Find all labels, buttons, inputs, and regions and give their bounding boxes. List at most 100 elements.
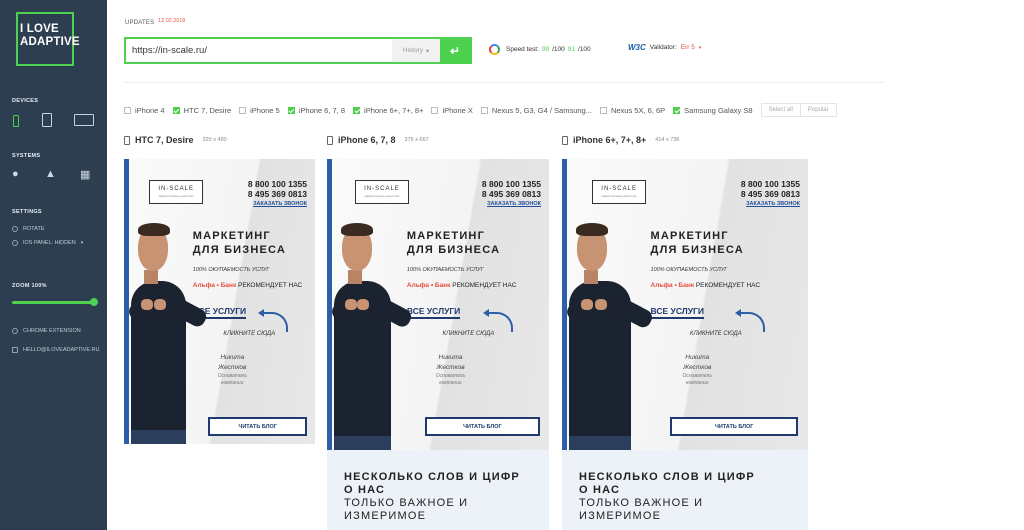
rotate-icon	[12, 226, 18, 232]
preview-label-iphone-6[interactable]: iPhone 6, 7, 8 375 x 667	[327, 135, 429, 145]
site-person: Никита Жестков Основатель компании	[218, 353, 247, 387]
android-icon[interactable]: ▲	[45, 168, 56, 180]
checkbox[interactable]	[480, 106, 488, 114]
site-call-link[interactable]: ЗАКАЗАТЬ ЗВОНОК	[746, 201, 800, 207]
site-about-subtitle-2: ИЗМЕРИМОЕ	[344, 510, 427, 522]
site-blog-button[interactable]: ЧИТАТЬ БЛОГ	[670, 417, 799, 436]
checkbox[interactable]	[287, 106, 295, 114]
site-person-first: Никита	[220, 354, 245, 361]
site-headline-2: ДЛЯ БИЗНЕСА	[406, 244, 501, 256]
site-click-here: КЛИКНИТЕ СЮДА	[223, 331, 276, 337]
ios-panel-setting[interactable]: IOS PANEL: HIDDEN ▾	[12, 240, 83, 246]
zoom-slider-handle[interactable]	[90, 298, 98, 306]
site-services-link[interactable]: ВСЕ УСЛУГИ	[406, 306, 461, 319]
zoom-slider-track[interactable]	[12, 301, 96, 304]
site-logo-text: IN-SCALE	[158, 186, 195, 192]
popular-button[interactable]: Popular	[800, 103, 837, 117]
preview-frame-iphone-6[interactable]: IN-SCALE маркетинговое агентство 8 800 10…	[327, 159, 549, 530]
chrome-extension-label: CHROME EXTENSION	[23, 328, 81, 334]
w3c-icon: W3C	[628, 43, 646, 52]
device-checkbox-htc[interactable]: HTC 7, Desire	[172, 106, 231, 115]
apple-icon[interactable]: ●	[12, 168, 19, 180]
preview-frame-iphone-6-plus[interactable]: IN-SCALE маркетинговое агентство 8 800 10…	[562, 159, 808, 530]
site-phone-2: 8 495 369 0813	[740, 189, 800, 199]
checkbox[interactable]	[172, 106, 180, 114]
man-hand-2	[357, 299, 370, 310]
site-headline-2: ДЛЯ БИЗНЕСА	[192, 244, 287, 256]
site-phone-1: 8 800 100 1355	[740, 179, 800, 189]
site-blog-button[interactable]: ЧИТАТЬ БЛОГ	[208, 417, 308, 436]
man-hand	[141, 299, 154, 310]
site-logo[interactable]: IN-SCALE маркетинговое агентство	[592, 180, 647, 204]
preview-label-iphone-6-plus[interactable]: iPhone 6+, 7+, 8+ 414 x 736	[562, 135, 679, 145]
man-jeans	[568, 436, 631, 450]
windows-icon[interactable]: ▦	[80, 168, 90, 181]
device-checkbox-iphone-6-plus[interactable]: iPhone 6+, 7+, 8+	[353, 106, 423, 115]
updates-label[interactable]: UPDATES 12.02.2018	[125, 18, 185, 26]
select-all-button[interactable]: Select all	[760, 103, 801, 117]
site-logo[interactable]: IN-SCALE маркетинговое агентство	[149, 180, 204, 204]
validator-label: Validator:	[649, 44, 677, 51]
site-person: Никита Жестков Основатель компании	[436, 353, 465, 387]
site-person-first: Никита	[685, 354, 710, 361]
device-checkbox-iphone-4[interactable]: iPhone 4	[124, 106, 165, 115]
device-label: iPhone 5	[250, 105, 280, 115]
site-phones[interactable]: 8 800 100 1355 8 495 369 0813	[741, 179, 800, 199]
site-bank-rec: РЕКОМЕНДУЕТ НАС	[452, 282, 517, 289]
checkbox[interactable]	[599, 106, 607, 114]
email-link[interactable]: HELLO@ILOVEADAPTIVE.RU	[12, 347, 100, 353]
validator[interactable]: W3C Validator: Err 5 ▾	[628, 43, 701, 52]
checkbox[interactable]	[431, 106, 439, 114]
site-man-photo	[564, 223, 655, 450]
history-dropdown[interactable]: History ▾	[392, 39, 440, 62]
site-services-link[interactable]: ВСЕ УСЛУГИ	[650, 306, 704, 319]
site-about-title-1: НЕСКОЛЬКО СЛОВ И ЦИФР	[579, 471, 755, 483]
site-phones[interactable]: 8 800 100 1355 8 495 369 0813	[248, 179, 307, 199]
site-about-subtitle-2: ИЗМЕРИМОЕ	[579, 510, 662, 522]
settings-title: SETTINGS	[12, 209, 42, 215]
device-checkbox-iphone-5[interactable]: iPhone 5	[239, 106, 280, 115]
man-hair	[340, 223, 373, 236]
device-label: iPhone X	[442, 105, 473, 115]
preview-name: HTC 7, Desire	[135, 135, 194, 145]
device-checkbox-nexus-5[interactable]: Nexus 5, G3, G4 / Samsung...	[480, 106, 592, 115]
chrome-extension-link[interactable]: CHROME EXTENSION	[12, 328, 81, 334]
device-checkbox-nexus-5x[interactable]: Nexus 5X, 6, 6P	[599, 106, 665, 115]
site-man-photo	[329, 223, 414, 450]
preview-label-htc[interactable]: HTC 7, Desire 320 x 480	[124, 135, 227, 145]
site-headline: МАРКЕТИНГ ДЛЯ БИЗНЕСА	[193, 229, 286, 257]
checkbox[interactable]	[124, 106, 131, 114]
rotate-setting[interactable]: ROTATE	[12, 226, 45, 232]
site-bank-name: Альфа • Банк	[650, 282, 695, 289]
site-logo[interactable]: IN-SCALE маркетинговое агентство	[354, 180, 409, 204]
checkbox[interactable]	[239, 106, 247, 114]
device-checkbox-iphone-6[interactable]: iPhone 6, 7, 8	[287, 106, 345, 115]
preview-frame-htc[interactable]: IN-SCALE маркетинговое агентство 8 800 10…	[124, 159, 315, 444]
desktop-device-icon[interactable]	[74, 114, 94, 126]
tablet-device-icon[interactable]	[42, 113, 52, 127]
device-label: Samsung Galaxy S8	[684, 105, 753, 115]
site-blog-button[interactable]: ЧИТАТЬ БЛОГ	[424, 417, 541, 436]
checkbox[interactable]	[673, 106, 681, 114]
logo-line2: ADAPTIVE	[20, 36, 80, 48]
site-bank-name: Альфа • Банк	[406, 282, 451, 289]
site-call-link[interactable]: ЗАКАЗАТЬ ЗВОНОК	[487, 201, 541, 207]
man-jeans	[333, 436, 391, 450]
site-headline-1: МАРКЕТИНГ	[406, 230, 486, 242]
phone-device-icon[interactable]	[13, 115, 19, 127]
site-call-link[interactable]: ЗАКАЗАТЬ ЗВОНОК	[253, 201, 307, 207]
logo-line1: I LOVE	[20, 23, 59, 35]
site-phones[interactable]: 8 800 100 1355 8 495 369 0813	[482, 179, 541, 199]
app-logo[interactable]: I LOVE ADAPTIVE	[16, 12, 80, 66]
checkbox[interactable]	[353, 106, 361, 114]
site-headline-2: ДЛЯ БИЗНЕСА	[650, 244, 744, 256]
url-input[interactable]	[126, 39, 392, 62]
site-person-last: Жестков	[683, 364, 712, 371]
device-checkbox-galaxy-s8[interactable]: Samsung Galaxy S8	[673, 105, 753, 115]
return-arrow-icon: ↵	[449, 43, 461, 58]
device-checkbox-iphone-x[interactable]: iPhone X	[431, 105, 473, 115]
site-subtitle: 100% ОКУПАЕМОСТЬ УСЛУГ	[406, 267, 484, 273]
speed-test[interactable]: Speed test: 99/100 91/100	[489, 44, 591, 55]
site-click-here: КЛИКНИТЕ СЮДА	[689, 331, 742, 337]
go-button[interactable]: ↵	[440, 39, 470, 62]
